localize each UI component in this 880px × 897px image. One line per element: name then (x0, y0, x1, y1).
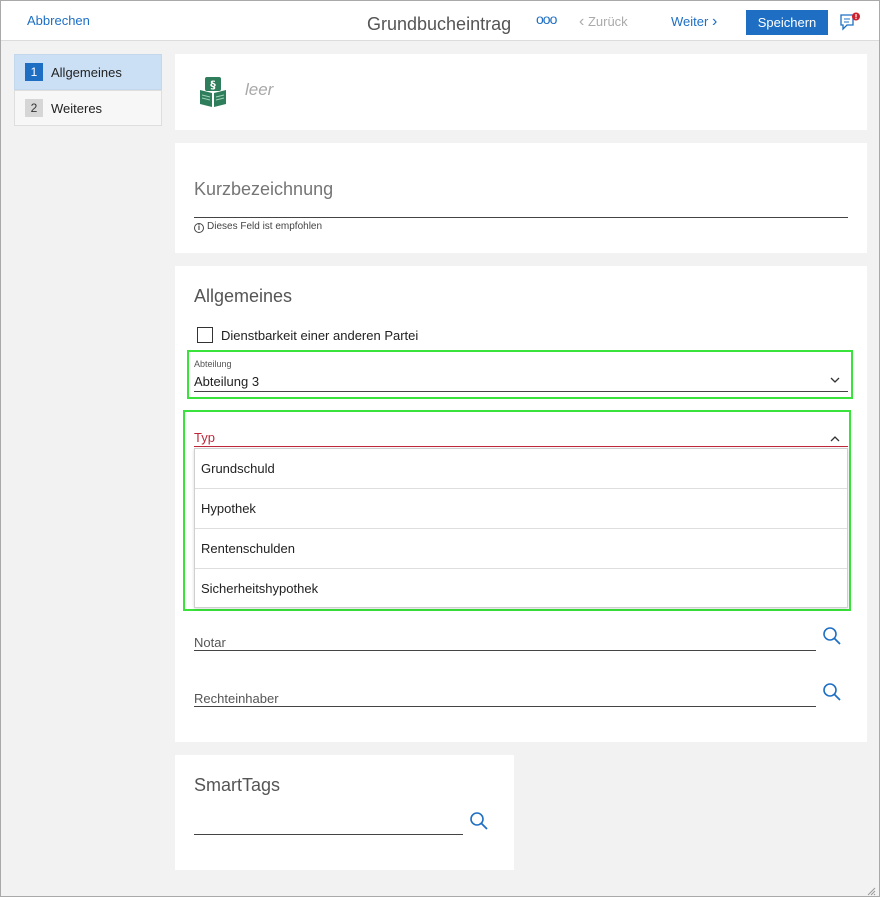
dropdown-option[interactable]: Rentenschulden (195, 529, 847, 569)
typ-dropdown-list: Grundschuld Hypothek Rentenschulden Sich… (194, 448, 848, 608)
back-label: Zurück (587, 14, 628, 29)
section-title: SmartTags (194, 775, 281, 795)
smarttags-input[interactable] (194, 811, 463, 834)
select-value: Abteilung 3 (194, 374, 260, 389)
sidebar-item-label: Allgemeines (51, 64, 122, 80)
top-bar: Abbrechen Grundbucheintrag ooo ‹ Zurück … (1, 1, 879, 41)
chevron-down-icon (830, 372, 840, 383)
step-number: 2 (25, 99, 43, 117)
smarttags-card: SmartTags (175, 755, 514, 870)
svg-text:§: § (210, 79, 216, 92)
select-label: Abteilung (194, 359, 232, 369)
more-options-icon[interactable]: ooo (536, 11, 557, 27)
sidebar-item-weiteres[interactable]: 2 Weiteres (14, 90, 162, 126)
dropdown-option[interactable]: Grundschuld (195, 449, 847, 489)
back-button: ‹ Zurück (579, 13, 628, 31)
sidebar-item-label: Weiteres (51, 100, 103, 116)
hint-text: Dieses Feld ist empfohlen (207, 221, 323, 232)
dropdown-option[interactable]: Hypothek (195, 489, 847, 529)
abteilung-select[interactable]: Abteilung Abteilung 3 (194, 356, 848, 392)
save-button[interactable]: Speichern (746, 10, 828, 35)
search-icon[interactable] (822, 626, 842, 646)
checkbox-label: Dienstbarkeit einer anderen Partei (221, 327, 419, 343)
search-icon[interactable] (822, 682, 842, 702)
cancel-link[interactable]: Abbrechen (27, 13, 90, 28)
rechteinhaber-input[interactable] (194, 683, 816, 706)
servitude-checkbox[interactable] (197, 327, 213, 343)
recommended-hint: i Dieses Feld ist empfohlen (194, 221, 322, 233)
general-section-card: Allgemeines Dienstbarkeit einer anderen … (175, 266, 867, 742)
smarttags-field (194, 811, 463, 835)
sidebar-item-allgemeines[interactable]: 1 Allgemeines (14, 54, 162, 90)
short-name-input[interactable] (194, 157, 848, 218)
dropdown-option[interactable]: Sicherheitshypothek (195, 569, 847, 609)
chevron-up-icon (830, 431, 840, 442)
chevron-right-icon: › (711, 13, 718, 30)
section-title: Allgemeines (194, 286, 293, 306)
next-label: Weiter (671, 14, 709, 29)
page-title: Grundbucheintrag (367, 14, 512, 34)
step-number: 1 (25, 63, 43, 81)
select-label: Typ (194, 430, 215, 445)
entry-name-placeholder[interactable]: leer (245, 80, 273, 100)
servitude-checkbox-row[interactable]: Dienstbarkeit einer anderen Partei (197, 327, 418, 343)
search-icon[interactable] (469, 811, 489, 831)
info-icon: i (194, 223, 204, 233)
chevron-left-icon: ‹ (579, 13, 585, 30)
land-register-book-icon: § (198, 76, 228, 108)
notar-input[interactable] (194, 627, 816, 650)
notar-field (194, 627, 816, 651)
rechteinhaber-field (194, 683, 816, 707)
step-sidebar: 1 Allgemeines 2 Weiteres (14, 54, 162, 126)
short-name-card: iDieses Feld ist empfohlen (175, 143, 867, 253)
entry-header-card: § leer (175, 54, 867, 130)
next-button[interactable]: Weiter › (671, 13, 717, 31)
chat-alert-icon[interactable] (839, 12, 861, 32)
typ-select[interactable]: Typ (194, 418, 848, 447)
resize-grip-icon[interactable] (866, 883, 876, 896)
